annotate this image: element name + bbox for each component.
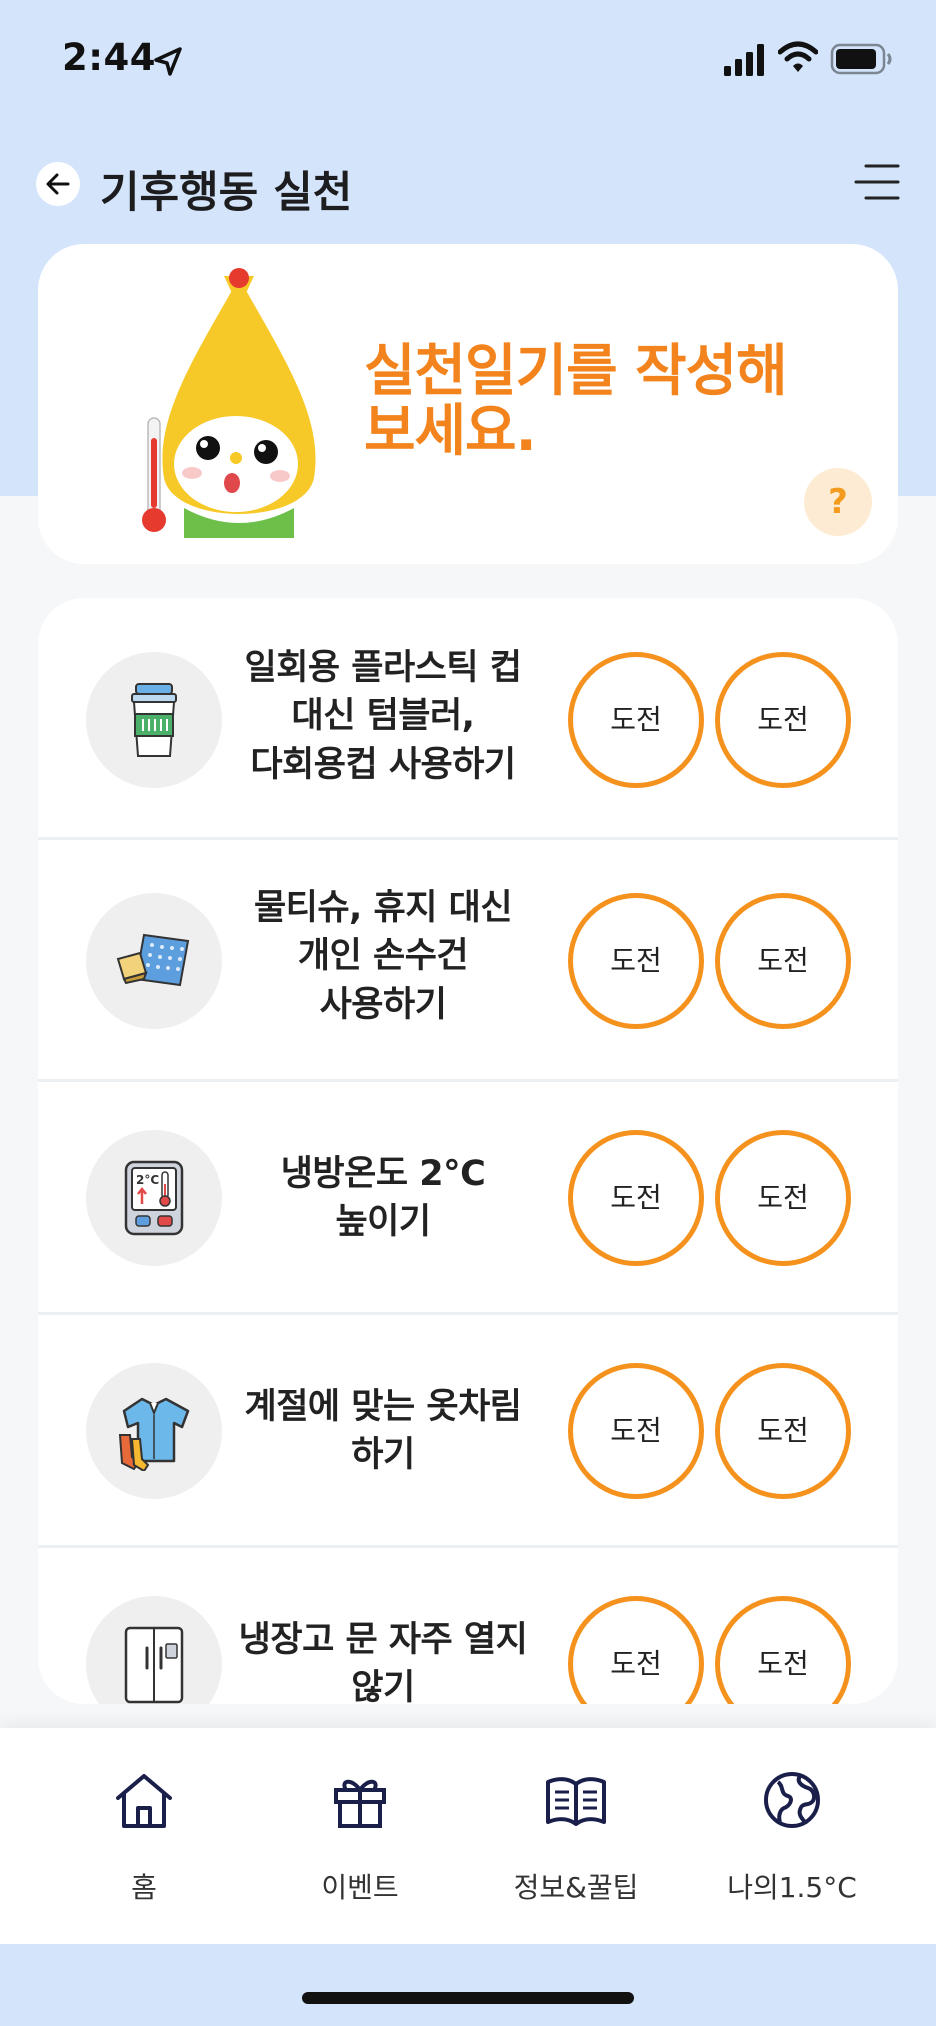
action-icon-background bbox=[86, 1596, 222, 1704]
action-icon-background bbox=[86, 652, 222, 788]
tumbler-icon bbox=[131, 683, 177, 757]
diary-banner[interactable]: 실천일기를 작성해 보세요. ? bbox=[38, 244, 898, 564]
action-title-line: 하기 bbox=[351, 1435, 415, 1476]
status-bar: 2:44 bbox=[0, 0, 936, 120]
action-title: 냉방온도 2°C 높이기 bbox=[238, 1150, 528, 1247]
action-icon-background: 2°C bbox=[86, 1130, 222, 1266]
svg-text:2°C: 2°C bbox=[136, 1173, 159, 1187]
challenge-button[interactable]: 도전 bbox=[568, 1363, 704, 1499]
action-title-line: 일회용 플라스틱 컵 bbox=[244, 648, 522, 688]
challenge-button[interactable]: 도전 bbox=[568, 652, 704, 788]
challenge-button[interactable]: 도전 bbox=[568, 1596, 704, 1704]
battery-icon bbox=[830, 43, 892, 75]
action-row-handkerchief: 물티슈, 휴지 대신 개인 손수건 사용하기 도전 도전 bbox=[38, 840, 898, 1082]
globe-icon bbox=[764, 1772, 820, 1828]
action-row-thermostat: 2°C 냉방온도 2°C 높이기 도전 도전 bbox=[38, 1082, 898, 1315]
nav-label: 나의1.5°C bbox=[727, 1871, 857, 1904]
action-icon-background bbox=[86, 893, 222, 1029]
nav-my-1-5c[interactable]: 나의1.5°C bbox=[684, 1728, 900, 1944]
action-title: 물티슈, 휴지 대신 개인 손수건 사용하기 bbox=[238, 884, 528, 1029]
nav-label: 홈 bbox=[131, 1871, 157, 1904]
clothing-icon bbox=[118, 1397, 190, 1471]
location-arrow-icon bbox=[154, 47, 182, 76]
wifi-icon bbox=[778, 41, 818, 72]
app-header: 기후행동 실천 bbox=[0, 140, 936, 226]
challenge-button[interactable]: 도전 bbox=[715, 893, 851, 1029]
bottom-navigation: 홈 이벤트 정보&꿀팁 나의1.5°C bbox=[0, 1728, 936, 1944]
action-row-refrigerator: 냉장고 문 자주 열지 않기 도전 도전 bbox=[38, 1548, 898, 1704]
action-title-line: 사용하기 bbox=[319, 984, 447, 1025]
action-icon-background bbox=[86, 1363, 222, 1499]
action-title-line: 물티슈, 휴지 대신 bbox=[253, 888, 513, 928]
challenge-button[interactable]: 도전 bbox=[568, 893, 704, 1029]
action-title-line: 높이기 bbox=[335, 1202, 431, 1243]
action-title: 계절에 맞는 옷차림 하기 bbox=[238, 1383, 528, 1480]
cellular-signal-icon bbox=[724, 44, 764, 76]
nav-event[interactable]: 이벤트 bbox=[252, 1728, 468, 1944]
book-icon bbox=[546, 1777, 606, 1826]
thermostat-icon: 2°C bbox=[124, 1160, 184, 1236]
action-row-clothing: 계절에 맞는 옷차림 하기 도전 도전 bbox=[38, 1315, 898, 1548]
action-title: 냉장고 문 자주 열지 않기 bbox=[238, 1616, 528, 1704]
challenge-button[interactable]: 도전 bbox=[715, 1363, 851, 1499]
nav-label: 이벤트 bbox=[321, 1871, 399, 1904]
help-button[interactable]: ? bbox=[804, 468, 872, 536]
page-title: 기후행동 실천 bbox=[100, 168, 353, 218]
action-title-line: 다회용컵 사용하기 bbox=[250, 744, 516, 785]
action-title-line: 냉장고 문 자주 열지 bbox=[238, 1620, 528, 1660]
nav-label: 정보&꿀팁 bbox=[513, 1871, 639, 1904]
action-title-line: 않기 bbox=[351, 1668, 415, 1704]
home-indicator-area bbox=[0, 1944, 936, 2026]
challenge-button[interactable]: 도전 bbox=[568, 1130, 704, 1266]
gift-icon bbox=[334, 1779, 386, 1828]
action-list: 일회용 플라스틱 컵 대신 텀블러, 다회용컵 사용하기 도전 도전 물티슈, … bbox=[38, 598, 898, 1704]
action-title-line: 대신 텀블러, bbox=[291, 696, 475, 737]
action-row-tumbler: 일회용 플라스틱 컵 대신 텀블러, 다회용컵 사용하기 도전 도전 bbox=[38, 598, 898, 840]
nav-home[interactable]: 홈 bbox=[36, 1728, 252, 1944]
arrow-left-icon bbox=[46, 173, 70, 195]
menu-icon[interactable] bbox=[852, 160, 902, 204]
home-indicator[interactable] bbox=[302, 1992, 634, 2004]
status-time: 2:44 bbox=[62, 36, 157, 79]
action-title-line: 냉방온도 2°C bbox=[280, 1154, 486, 1194]
home-icon bbox=[116, 1774, 172, 1828]
back-button[interactable] bbox=[36, 162, 80, 206]
challenge-button[interactable]: 도전 bbox=[715, 1130, 851, 1266]
challenge-button[interactable]: 도전 bbox=[715, 652, 851, 788]
banner-line-1: 실천일기를 작성해 bbox=[364, 339, 788, 404]
handkerchief-icon bbox=[116, 933, 190, 987]
refrigerator-icon bbox=[124, 1626, 184, 1704]
banner-line-2: 보세요. bbox=[364, 399, 537, 465]
action-title: 일회용 플라스틱 컵 대신 텀블러, 다회용컵 사용하기 bbox=[238, 644, 528, 789]
nav-info-tips[interactable]: 정보&꿀팁 bbox=[468, 1728, 684, 1944]
action-title-line: 계절에 맞는 옷차림 bbox=[244, 1387, 522, 1427]
challenge-button[interactable]: 도전 bbox=[715, 1596, 851, 1704]
mascot-illustration bbox=[142, 268, 316, 538]
banner-message: 실천일기를 작성해 보세요. bbox=[364, 339, 824, 465]
action-title-line: 개인 손수건 bbox=[297, 936, 469, 977]
